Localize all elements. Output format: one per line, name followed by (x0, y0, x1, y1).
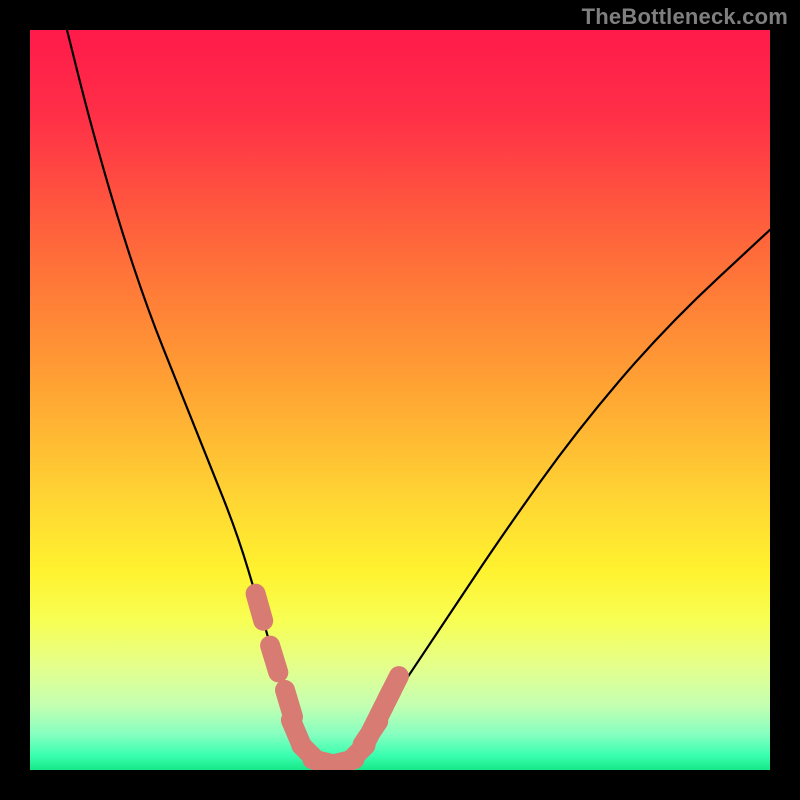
marker-dot (256, 594, 264, 621)
chart-svg (30, 30, 770, 770)
outer-frame: TheBottleneck.com (0, 0, 800, 800)
gradient-rect (30, 30, 770, 770)
plot-area (30, 30, 770, 770)
marker-dot (270, 646, 278, 673)
marker-dot (386, 676, 399, 701)
watermark-text: TheBottleneck.com (582, 4, 788, 30)
